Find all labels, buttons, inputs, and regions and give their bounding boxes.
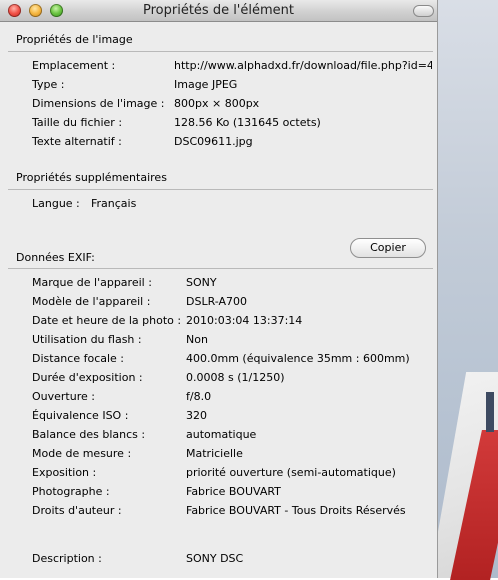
extra-properties-header: Propriétés supplémentaires [16, 171, 167, 184]
flag-image-blue [486, 392, 494, 432]
property-value: 128.56 Ko (131645 octets) [174, 116, 321, 129]
property-label: Texte alternatif : [32, 135, 122, 148]
property-label: Type : [32, 78, 65, 91]
exif-value: priorité ouverture (semi-automatique) [186, 466, 396, 479]
exif-label: Mode de mesure : [32, 447, 132, 460]
exif-value: automatique [186, 428, 257, 441]
window-title: Propriétés de l'élément [142, 3, 294, 18]
property-value[interactable]: http://www.alphadxd.fr/download/file.php… [174, 59, 432, 72]
exif-value: Non [186, 333, 208, 346]
exif-label: Description : [32, 552, 102, 565]
exif-value: 2010:03:04 13:37:14 [186, 314, 303, 327]
exif-label: Équivalence ISO : [32, 409, 129, 422]
exif-value: SONY DSC [186, 552, 244, 565]
property-value: DSC09611.jpg [174, 135, 253, 148]
title-bar[interactable]: Propriétés de l'élément [0, 0, 437, 22]
properties-window: Propriétés de l'élément Propriétés de l'… [0, 0, 438, 578]
exif-label: Ouverture : [32, 390, 95, 403]
exif-value: 0.0008 s (1/1250) [186, 371, 285, 384]
exif-value: SONY [186, 276, 217, 289]
exif-value: 320 [186, 409, 207, 422]
exif-label: Photographe : [32, 485, 110, 498]
exif-label: Balance des blancs : [32, 428, 146, 441]
exif-value: DSLR-A700 [186, 295, 248, 308]
exif-label: Modèle de l'appareil : [32, 295, 151, 308]
exif-value: Fabrice BOUVART - Tous Droits Réservés [186, 504, 406, 517]
exif-header: Données EXIF: [16, 251, 95, 264]
property-label: Emplacement : [32, 59, 116, 72]
exif-label: Exposition : [32, 466, 97, 479]
exif-label: Distance focale : [32, 352, 125, 365]
property-label: Langue : [32, 197, 80, 210]
separator [8, 189, 433, 190]
exif-value: f/8.0 [186, 390, 212, 403]
property-label: Taille du fichier : [32, 116, 123, 129]
separator [8, 51, 433, 52]
property-value: 800px × 800px [174, 97, 260, 110]
separator [8, 268, 433, 269]
image-properties-header: Propriétés de l'image [16, 33, 133, 46]
exif-label: Utilisation du flash : [32, 333, 142, 346]
exif-label: Date et heure de la photo : [32, 314, 182, 327]
property-value: Français [91, 197, 137, 210]
exif-value: Matricielle [186, 447, 243, 460]
exif-value: Fabrice BOUVART [186, 485, 281, 498]
exif-label: Droits d'auteur : [32, 504, 122, 517]
exif-label: Marque de l'appareil : [32, 276, 152, 289]
toolbar-toggle-button[interactable] [413, 5, 434, 17]
property-label: Dimensions de l'image : [32, 97, 165, 110]
copy-button[interactable]: Copier [350, 238, 426, 258]
property-value: Image JPEG [174, 78, 238, 91]
exif-value: 400.0mm (équivalence 35mm : 600mm) [186, 352, 410, 365]
exif-label: Durée d'exposition : [32, 371, 143, 384]
